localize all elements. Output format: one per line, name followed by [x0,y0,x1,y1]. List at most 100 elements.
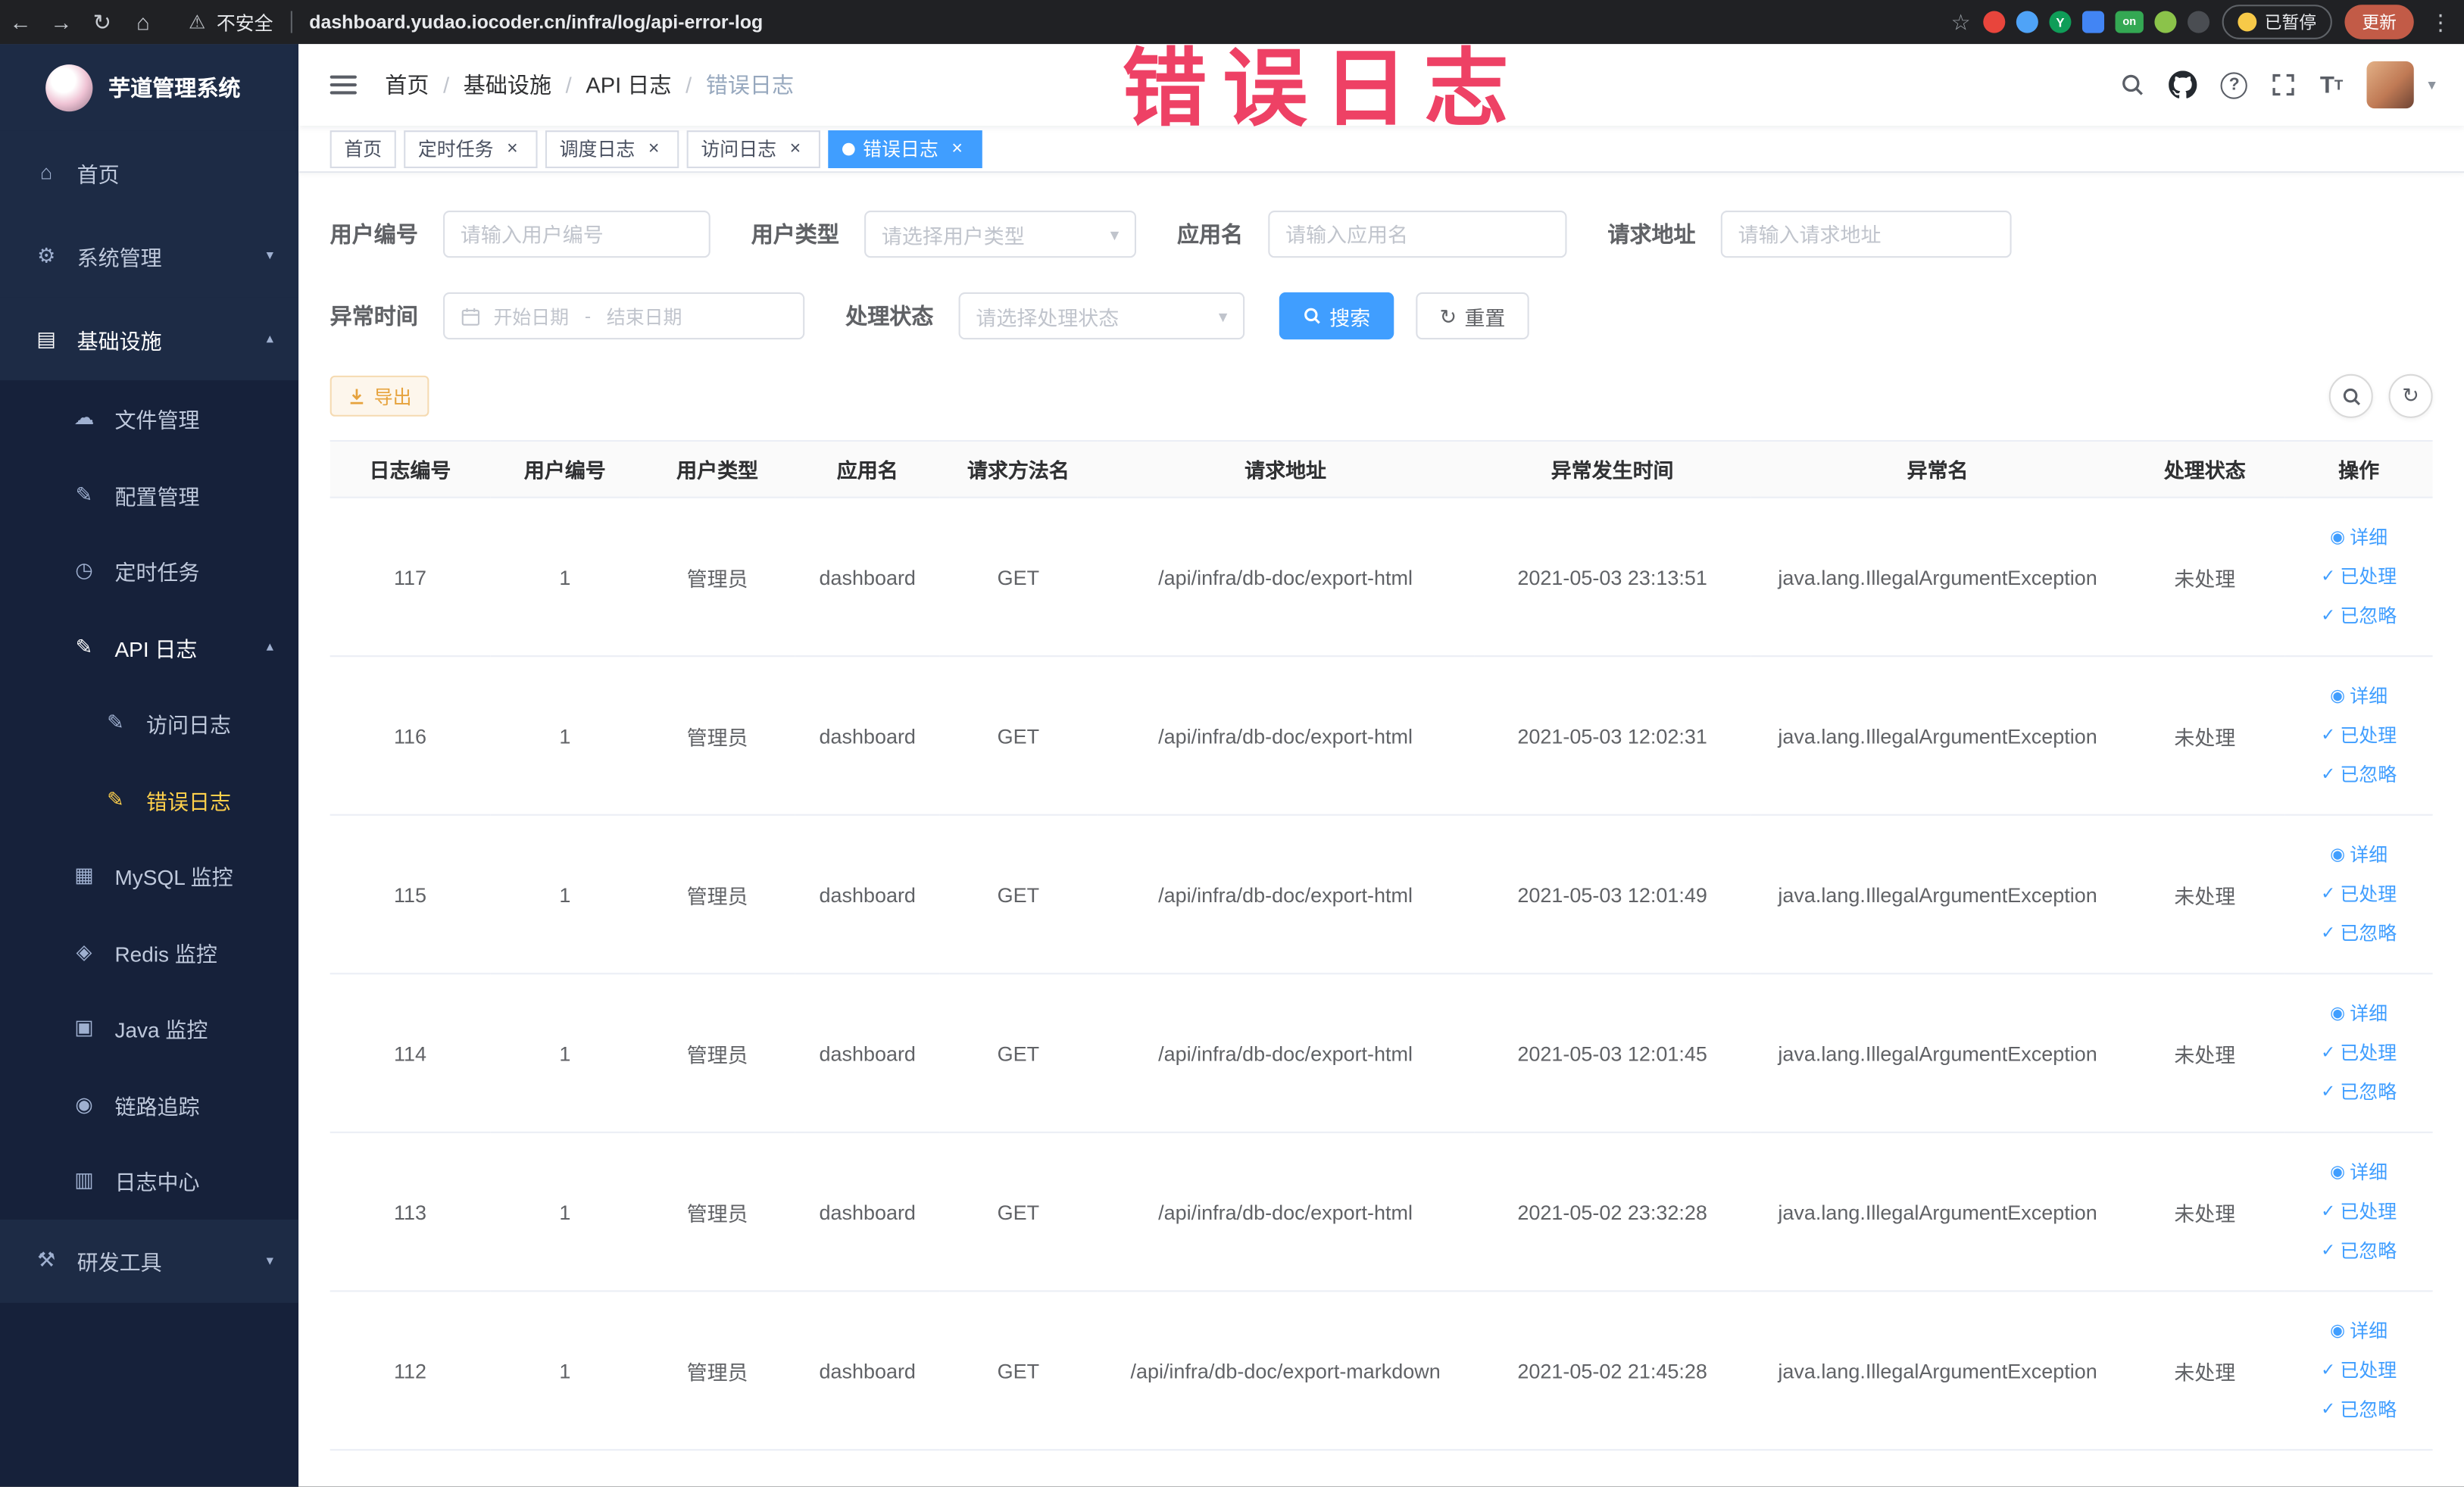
action-processed[interactable]: ✓ 已处理 [2285,875,2433,914]
doc-icon: ✎ [107,711,124,735]
user-id-input[interactable] [443,211,710,258]
action-detail[interactable]: ◉ 详细 [2285,1311,2433,1351]
sidebar-item-job[interactable]: ◷ 定时任务 [0,533,298,609]
sidebar-item-dev-tools[interactable]: ⚒ 研发工具 ▾ [0,1218,299,1302]
close-icon[interactable]: × [946,138,968,160]
action-ignored[interactable]: ✓ 已忽略 [2285,596,2433,636]
close-icon[interactable]: × [784,138,806,160]
reset-button[interactable]: ↻ 重置 [1416,292,1529,340]
paw-extension-icon[interactable] [2187,11,2210,33]
cell-id: 113 [329,1132,491,1292]
breadcrumb-item-1[interactable]: 基础设施 [464,69,551,100]
action-detail[interactable]: ◉ 详细 [2285,1153,2433,1192]
error-log-table: 日志编号 用户编号 用户类型 应用名 请求方法名 请求地址 异常发生时间 异常名 处理状态 操作 … [329,439,2433,1451]
sidebar-item-access-log[interactable]: ✎ 访问日志 [0,686,298,762]
close-icon[interactable]: × [501,138,523,160]
browser-home-icon[interactable]: ⌂ [123,9,164,34]
check-icon: ✓ [2321,1240,2336,1260]
exception-time-range-picker[interactable]: 开始日期 - 结束日期 [443,292,805,340]
action-detail[interactable]: ◉ 详细 [2285,518,2433,558]
paused-badge-label: 已暂停 [2264,14,2317,33]
github-icon[interactable] [2169,70,2198,98]
leaf-extension-icon[interactable] [2154,11,2177,33]
action-processed[interactable]: ✓ 已处理 [2285,716,2433,755]
action-processed[interactable]: ✓ 已处理 [2285,557,2433,596]
action-processed[interactable]: ✓ 已处理 [2285,1192,2433,1232]
blue-grid-extension-icon[interactable] [2081,11,2105,33]
action-ignored[interactable]: ✓ 已忽略 [2285,1390,2433,1429]
tab-job[interactable]: 定时任务 × [404,130,538,167]
sidebar-item-file[interactable]: ☁ 文件管理 [0,380,298,457]
green-y-extension-icon[interactable]: Y [2049,11,2072,33]
cell-status: 未处理 [2124,973,2285,1133]
action-processed[interactable]: ✓ 已处理 [2285,1033,2433,1073]
sidebar-item-label: API 日志 [114,637,198,661]
refresh-table-button[interactable]: ↻ [2388,373,2433,418]
breadcrumb-item-2[interactable]: API 日志 [586,69,671,100]
sidebar-item-api-log[interactable]: ✎ API 日志 ▴ [0,609,298,686]
app-logo[interactable]: 芋道管理系统 [0,44,299,131]
tab-access-log[interactable]: 访问日志 × [686,130,821,167]
action-ignored[interactable]: ✓ 已忽略 [2285,1073,2433,1112]
fullscreen-icon[interactable] [2272,72,2297,97]
sidebar-item-error-log[interactable]: ✎ 错误日志 [0,761,298,838]
chevron-down-icon[interactable]: ▾ [2428,77,2435,94]
font-size-icon[interactable]: TT [2320,73,2343,96]
sidebar-item-system[interactable]: ⚙ 系统管理 ▾ [0,214,299,298]
paused-badge[interactable]: 已暂停 [2222,5,2332,39]
sidebar-item-home[interactable]: ⌂ 首页 [0,130,299,214]
request-url-input[interactable] [1720,211,2012,258]
hamburger-icon[interactable] [327,64,361,105]
breadcrumb-item-0[interactable]: 首页 [385,69,429,100]
red-circle-extension-icon[interactable] [1983,11,2006,33]
action-ignored[interactable]: ✓ 已忽略 [2285,755,2433,795]
column-header: 请求方法名 [939,439,1098,498]
cell-actions: ◉ 详细 ✓ 已处理 ✓ 已忽略 [2284,1132,2433,1292]
search-button[interactable]: 搜索 [1279,292,1394,340]
table-row: 112 1 管理员 dashboard GET/api/infra/db-doc/exp… [329,1291,2433,1451]
cell-method: GET [939,656,1098,816]
action-detail[interactable]: ◉ 详细 [2285,676,2433,716]
forward-icon[interactable]: → [41,9,82,34]
action-label: 已忽略 [2340,921,2397,944]
action-ignored[interactable]: ✓ 已忽略 [2285,1232,2433,1271]
bookmark-star-icon[interactable]: ☆ [1951,8,1971,35]
sidebar-item-redis[interactable]: ◈ Redis 监控 [0,914,298,990]
sidebar-item-mysql[interactable]: ▦ MySQL 监控 [0,838,298,914]
url-bar[interactable]: ⚠ 不安全 dashboard.yudao.iocoder.cn/infra/l… [189,8,1951,35]
user-type-select[interactable]: 请选择用户类型 ▾ [864,211,1137,258]
action-ignored[interactable]: ✓ 已忽略 [2285,914,2433,953]
action-processed[interactable]: ✓ 已处理 [2285,1351,2433,1390]
sidebar-item-log-center[interactable]: ▥ 日志中心 [0,1142,298,1219]
tab-job-log[interactable]: 调度日志 × [545,130,679,167]
tab-error-log[interactable]: 错误日志 × [828,130,982,167]
user-type-label: 用户类型 [751,221,839,247]
blue-drop-extension-icon[interactable] [2016,11,2038,33]
sidebar-item-trace[interactable]: ◉ 链路追踪 [0,1067,298,1143]
action-detail[interactable]: ◉ 详细 [2285,994,2433,1033]
reload-icon[interactable]: ↻ [82,8,123,35]
browser-menu-icon[interactable]: ⋮ [2429,8,2451,35]
close-icon[interactable]: × [643,138,665,160]
sidebar-item-config[interactable]: ✎ 配置管理 [0,457,298,533]
app-title: 芋道管理系统 [108,74,241,100]
app-name-input[interactable] [1268,211,1567,258]
tab-home[interactable]: 首页 [329,130,396,167]
help-icon[interactable]: ? [2221,71,2248,98]
action-detail[interactable]: ◉ 详细 [2285,836,2433,875]
toggle-search-button[interactable] [2328,373,2373,418]
sidebar-item-java[interactable]: ▣ Java 监控 [0,990,298,1067]
column-header: 日志编号 [329,439,491,498]
search-icon[interactable] [2120,72,2145,97]
process-status-select[interactable]: 请选择处理状态 ▾ [958,292,1245,340]
check-icon: ✓ [2321,566,2336,586]
green-on-extension-icon[interactable]: on [2115,11,2144,33]
avatar[interactable] [2366,61,2414,109]
sidebar-item-infra[interactable]: ▤ 基础设施 ▴ [0,297,299,381]
action-label: 已忽略 [2340,1239,2397,1261]
eye-icon: ◉ [2330,527,2346,546]
update-button[interactable]: 更新 [2344,5,2414,39]
back-icon[interactable]: ← [0,9,41,34]
export-button[interactable]: 导出 [329,375,429,417]
cell-status: 未处理 [2124,497,2285,658]
